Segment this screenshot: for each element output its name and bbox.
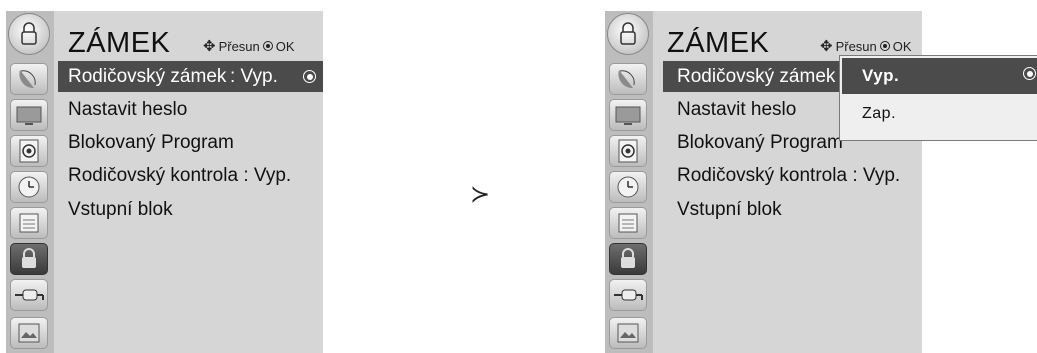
lock-icon[interactable] — [10, 243, 48, 275]
menu-icon-column — [605, 11, 653, 353]
hint-ok-label: OK — [275, 39, 295, 54]
menu-title: ZÁMEK — [667, 27, 770, 59]
hint-move-label: Přesun — [835, 39, 877, 54]
popup-option-label: Vyp. — [862, 66, 900, 85]
selected-radio-icon — [1023, 67, 1036, 80]
menu-item-value: : Vyp. — [852, 165, 901, 186]
navigation-hint: ✥ Přesun OK — [203, 37, 295, 55]
satellite-dish-icon[interactable] — [609, 63, 647, 95]
picture-icon[interactable] — [10, 317, 48, 349]
connector-icon[interactable] — [609, 279, 647, 311]
menu-item-value: : Vyp. — [243, 165, 292, 186]
menu-item-label: Rodičovský zámek — [677, 66, 836, 87]
satellite-dish-icon[interactable] — [10, 63, 48, 95]
menu-item-label: Blokovaný Program — [68, 132, 234, 153]
menu-item-set-password[interactable]: Nastavit heslo — [68, 99, 187, 121]
menu-item-parental-lock[interactable]: Rodičovský zámek : Vyp. — [58, 61, 323, 92]
menu-item-label: Rodičovský kontrola — [677, 165, 848, 186]
menu-item-input-block[interactable]: Vstupní blok — [68, 199, 173, 221]
option-popup: Vyp. Zap. — [839, 55, 1037, 141]
lock-menu-icon — [607, 13, 649, 55]
menu-item-parental-control[interactable]: Rodičovský kontrola : Vyp. — [677, 165, 900, 187]
clock-icon[interactable] — [10, 171, 48, 203]
menu-icon-column — [6, 11, 54, 353]
menu-item-block-program[interactable]: Blokovaný Program — [68, 132, 234, 154]
popup-option-off[interactable]: Vyp. — [842, 58, 1037, 94]
calendar-icon[interactable] — [10, 207, 48, 239]
lock-menu-icon — [8, 13, 50, 55]
tv-icon[interactable] — [609, 99, 647, 131]
menu-item-block-program[interactable]: Blokovaný Program — [677, 132, 843, 154]
navigation-hint: ✥ Přesun OK — [820, 37, 912, 55]
speaker-icon[interactable] — [609, 135, 647, 167]
menu-item-label: Blokovaný Program — [677, 132, 843, 153]
lock-icon[interactable] — [609, 243, 647, 275]
calendar-icon[interactable] — [609, 207, 647, 239]
lock-menu-before: ZÁMEK ✥ Přesun OK Rodičovský zámek : Vyp. … — [6, 11, 323, 353]
menu-item-label: Nastavit heslo — [68, 99, 188, 120]
menu-item-label: Rodičovský zámek — [68, 66, 227, 87]
picture-icon[interactable] — [609, 317, 647, 349]
menu-item-input-block[interactable]: Vstupní blok — [677, 199, 782, 221]
menu-item-label: Vstupní blok — [68, 199, 173, 220]
menu-item-parental-lock[interactable]: Rodičovský zámek — [663, 61, 845, 92]
menu-item-parental-control[interactable]: Rodičovský kontrola : Vyp. — [68, 165, 291, 187]
menu-item-label: Rodičovský kontrola — [68, 165, 239, 186]
hint-move-label: Přesun — [218, 39, 260, 54]
speaker-icon[interactable] — [10, 135, 48, 167]
next-step-arrow: ≻ — [470, 181, 490, 208]
tv-icon[interactable] — [10, 99, 48, 131]
four-way-arrows-icon: ✥ — [203, 38, 216, 55]
ok-button-icon — [879, 41, 890, 51]
menu-item-value: : Vyp. — [230, 66, 278, 87]
selected-radio-icon — [303, 70, 316, 83]
menu-item-set-password[interactable]: Nastavit heslo — [677, 99, 796, 121]
clock-icon[interactable] — [609, 171, 647, 203]
menu-item-label: Nastavit heslo — [677, 99, 797, 120]
ok-button-icon — [262, 41, 273, 51]
hint-ok-label: OK — [892, 39, 912, 54]
four-way-arrows-icon: ✥ — [820, 38, 833, 55]
popup-option-on[interactable]: Zap. — [862, 105, 896, 123]
menu-item-label: Vstupní blok — [677, 199, 782, 220]
menu-title: ZÁMEK — [68, 27, 171, 59]
connector-icon[interactable] — [10, 279, 48, 311]
